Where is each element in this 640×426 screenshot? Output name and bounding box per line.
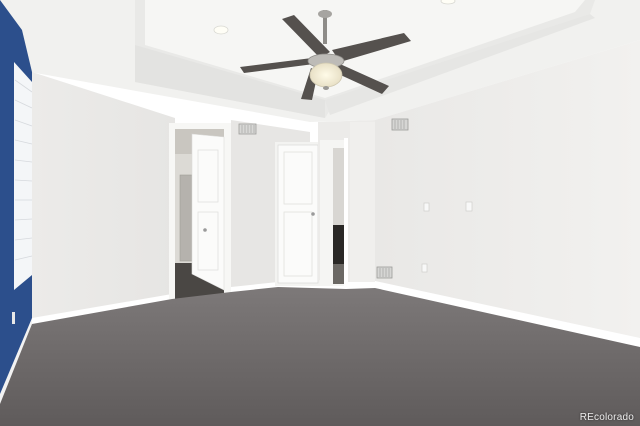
bath-floor — [333, 264, 345, 284]
outlet-icon — [421, 263, 428, 273]
back-wall-left — [32, 72, 175, 322]
outlet-icon — [423, 202, 430, 212]
hallway-door — [179, 174, 193, 262]
bath-vanity — [333, 225, 345, 265]
door-knob — [311, 212, 315, 216]
watermark: REcolorado — [579, 412, 634, 423]
door-knob — [203, 228, 207, 232]
vent-icon — [376, 266, 393, 279]
baseboard-pillar — [346, 282, 375, 289]
fan-canopy — [318, 10, 332, 18]
recessed-light-icon — [213, 25, 229, 35]
bath-door-jamb — [344, 138, 348, 288]
window — [14, 62, 32, 290]
outlet-icon — [12, 312, 15, 324]
vent-icon — [391, 118, 409, 131]
fan-light-globe — [309, 62, 343, 88]
room-photo — [0, 0, 640, 426]
photo-scene: REcolorado — [0, 0, 640, 426]
light-switch-icon — [465, 201, 473, 212]
recessed-light-icon — [440, 0, 456, 5]
vent-icon — [238, 123, 257, 135]
fan-finial — [323, 86, 329, 90]
wall-pillar — [350, 122, 375, 288]
